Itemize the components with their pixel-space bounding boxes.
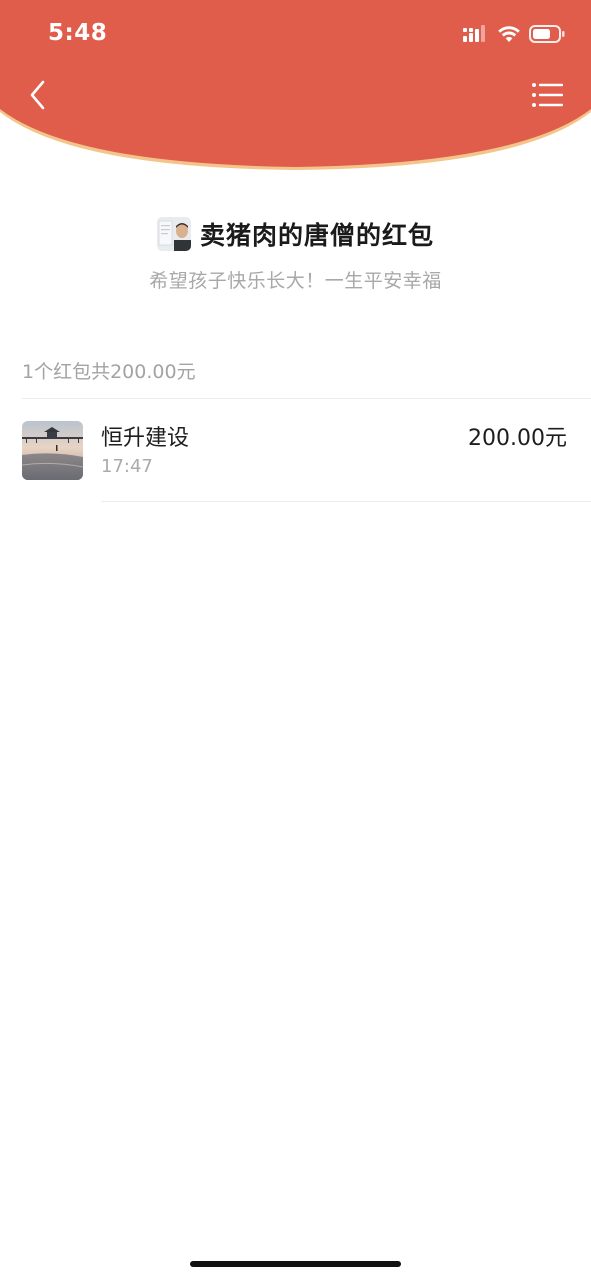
- receiver-avatar-image: [22, 421, 83, 480]
- receiver-name: 恒升建设: [101, 426, 190, 451]
- sender-row: 卖猪肉的唐僧的红包: [0, 216, 591, 252]
- sender-avatar[interactable]: [156, 217, 191, 251]
- list-menu-icon: [532, 83, 564, 107]
- wifi-icon: [498, 25, 520, 42]
- divider: [101, 501, 591, 502]
- status-bar: 5:48: [0, 0, 591, 70]
- blessing-message: 希望孩子快乐长大！一生平安幸福: [149, 270, 442, 292]
- receive-time: 17:47: [101, 456, 153, 477]
- cellular-signal-icon: [463, 25, 485, 42]
- sender-title: 卖猪肉的唐僧的红包: [199, 221, 434, 250]
- menu-button[interactable]: [531, 80, 564, 110]
- home-indicator[interactable]: [190, 1261, 401, 1267]
- receive-amount: 200.00元: [468, 426, 567, 451]
- battery-icon: [529, 25, 565, 43]
- chevron-left-icon: [30, 80, 45, 110]
- status-icons: [463, 25, 565, 43]
- red-packet-detail-screen: 5:48 卖猪肉的唐僧的红包 希望孩子快乐长大！一生平安幸福 1个红包共200.…: [0, 0, 591, 1279]
- packet-summary: 1个红包共200.00元: [22, 361, 196, 383]
- back-button[interactable]: [22, 78, 56, 112]
- status-time: 5:48: [48, 20, 108, 46]
- sender-avatar-image: [156, 217, 191, 251]
- receiver-avatar[interactable]: [22, 421, 83, 480]
- list-item[interactable]: 恒升建设 17:47 200.00元: [0, 399, 591, 501]
